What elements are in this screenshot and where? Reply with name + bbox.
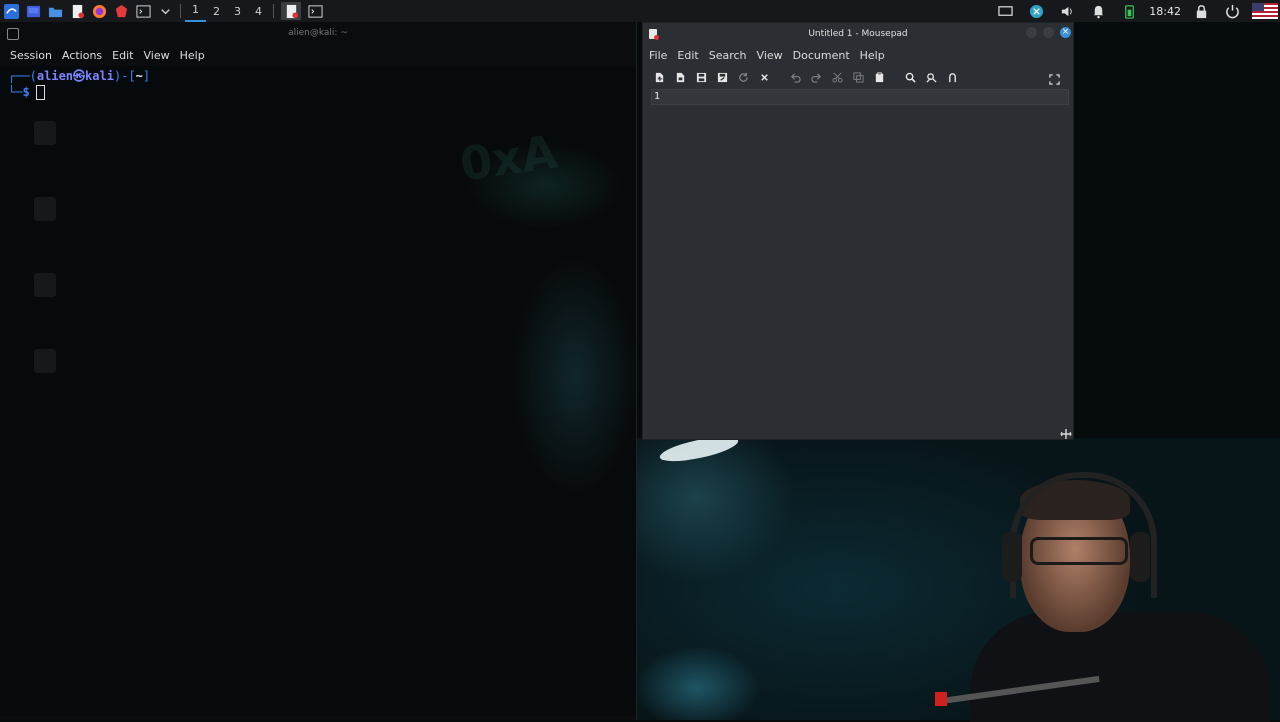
terminal-window-icon[interactable]: [7, 28, 19, 40]
fullscreen-icon[interactable]: [1044, 69, 1065, 89]
prompt-suffix: ]: [142, 69, 151, 83]
close-document-icon[interactable]: [754, 67, 775, 87]
burp-icon[interactable]: [113, 3, 129, 19]
show-desktop-icon[interactable]: [25, 3, 41, 19]
mousepad-menubar: File Edit Search View Document Help: [643, 45, 1073, 65]
mousepad-app-icon[interactable]: [649, 29, 659, 40]
top-panel: 1 2 3 4 18:42: [0, 0, 1280, 22]
file-manager-icon[interactable]: [47, 3, 63, 19]
current-line[interactable]: 1: [651, 89, 1069, 105]
menu-session[interactable]: Session: [0, 49, 57, 62]
paste-icon[interactable]: [869, 67, 890, 87]
copy-icon[interactable]: [848, 67, 869, 87]
maximize-button[interactable]: [1043, 27, 1054, 38]
prompt-prefix: ┌──(: [8, 69, 37, 83]
panel-separator: [273, 4, 274, 18]
close-button[interactable]: ×: [1060, 27, 1071, 38]
prompt-dollar: └─$: [8, 85, 30, 99]
menu-actions[interactable]: Actions: [57, 49, 107, 62]
mousepad-title: Untitled 1 - Mousepad: [808, 29, 908, 39]
webcam-headset-ear-left: [1002, 532, 1022, 582]
menu-help[interactable]: Help: [175, 49, 210, 62]
text-editor-icon[interactable]: [69, 3, 85, 19]
workspace-2[interactable]: 2: [206, 5, 227, 18]
terminal-titlebar[interactable]: alien@kali: ~: [0, 22, 636, 44]
terminal-title: alien@kali: ~: [288, 28, 348, 38]
go-to-line-icon[interactable]: [942, 67, 963, 87]
panel-separator: [180, 4, 181, 18]
line-number: 1: [654, 91, 661, 102]
terminal-window: alien@kali: ~ Session Actions Edit View …: [0, 22, 637, 720]
new-document-icon[interactable]: [649, 67, 670, 87]
resize-cursor-icon[interactable]: [1060, 425, 1072, 439]
notification-bell-icon[interactable]: [1090, 3, 1106, 19]
undo-icon[interactable]: [785, 67, 806, 87]
webcam-mic-part: [935, 692, 947, 706]
save-icon[interactable]: [691, 67, 712, 87]
wallpaper-logo: 0xA: [456, 124, 561, 192]
workspace-1[interactable]: 1: [185, 0, 206, 22]
mousepad-titlebar[interactable]: Untitled 1 - Mousepad ×: [643, 23, 1073, 45]
desktop-icon-trash: [15, 197, 75, 273]
menu-document[interactable]: Document: [788, 49, 855, 62]
menu-view[interactable]: View: [752, 49, 788, 62]
minimize-button[interactable]: [1026, 27, 1037, 38]
search-icon[interactable]: [900, 67, 921, 87]
cut-icon[interactable]: [827, 67, 848, 87]
power-icon[interactable]: [1224, 3, 1240, 19]
text-cursor: [35, 85, 45, 100]
keyboard-layout-flag-icon[interactable]: [1252, 3, 1278, 19]
prompt-path: ~: [135, 69, 143, 83]
mousepad-toolbar: [643, 65, 1073, 89]
clock[interactable]: 18:42: [1149, 5, 1181, 18]
kali-menu-icon[interactable]: [3, 3, 19, 19]
workspace-4[interactable]: 4: [248, 5, 269, 18]
terminal-launcher-icon[interactable]: [135, 3, 151, 19]
terminal-output[interactable]: 0xA ┌──(alien㉿kali)-[~] └─$: [0, 66, 636, 716]
vpn-icon[interactable]: [1028, 3, 1044, 19]
menu-edit[interactable]: Edit: [672, 49, 703, 62]
desktop-icon-file: [15, 349, 75, 425]
prompt-user: alien㉿kali: [36, 69, 114, 83]
menu-edit[interactable]: Edit: [107, 49, 138, 62]
mousepad-window: Untitled 1 - Mousepad × File Edit Search…: [642, 22, 1074, 440]
menu-help[interactable]: Help: [855, 49, 890, 62]
reload-icon[interactable]: [733, 67, 754, 87]
terminal-menubar: Session Actions Edit View Help: [0, 44, 636, 66]
taskbar-terminal-icon[interactable]: [307, 3, 323, 19]
chevron-down-icon[interactable]: [157, 3, 173, 19]
save-as-icon[interactable]: [712, 67, 733, 87]
webcam-person-body: [970, 612, 1270, 722]
new-window-icon[interactable]: [670, 67, 691, 87]
search-replace-icon[interactable]: [921, 67, 942, 87]
menu-search[interactable]: Search: [704, 49, 752, 62]
menu-file[interactable]: File: [643, 49, 672, 62]
lock-icon[interactable]: [1193, 3, 1209, 19]
webcam-headset-ear-right: [1130, 532, 1150, 582]
menu-view[interactable]: View: [138, 49, 174, 62]
volume-icon[interactable]: [1059, 3, 1075, 19]
prompt-mid: )-[: [113, 69, 136, 83]
workspace-3[interactable]: 3: [227, 5, 248, 18]
battery-icon[interactable]: [1121, 3, 1137, 19]
desktop-icons-faded: [15, 121, 75, 425]
display-icon[interactable]: [997, 3, 1013, 19]
webcam-overlay: [935, 472, 1270, 722]
desktop-icon-file-system: [15, 121, 75, 197]
firefox-icon[interactable]: [91, 3, 107, 19]
desktop-icon-file: [15, 273, 75, 349]
text-editor-area[interactable]: 1: [651, 89, 1069, 435]
redo-icon[interactable]: [806, 67, 827, 87]
taskbar-mousepad-icon[interactable]: [281, 2, 301, 20]
shell-prompt: ┌──(alien㉿kali)-[~] └─$: [0, 66, 636, 100]
